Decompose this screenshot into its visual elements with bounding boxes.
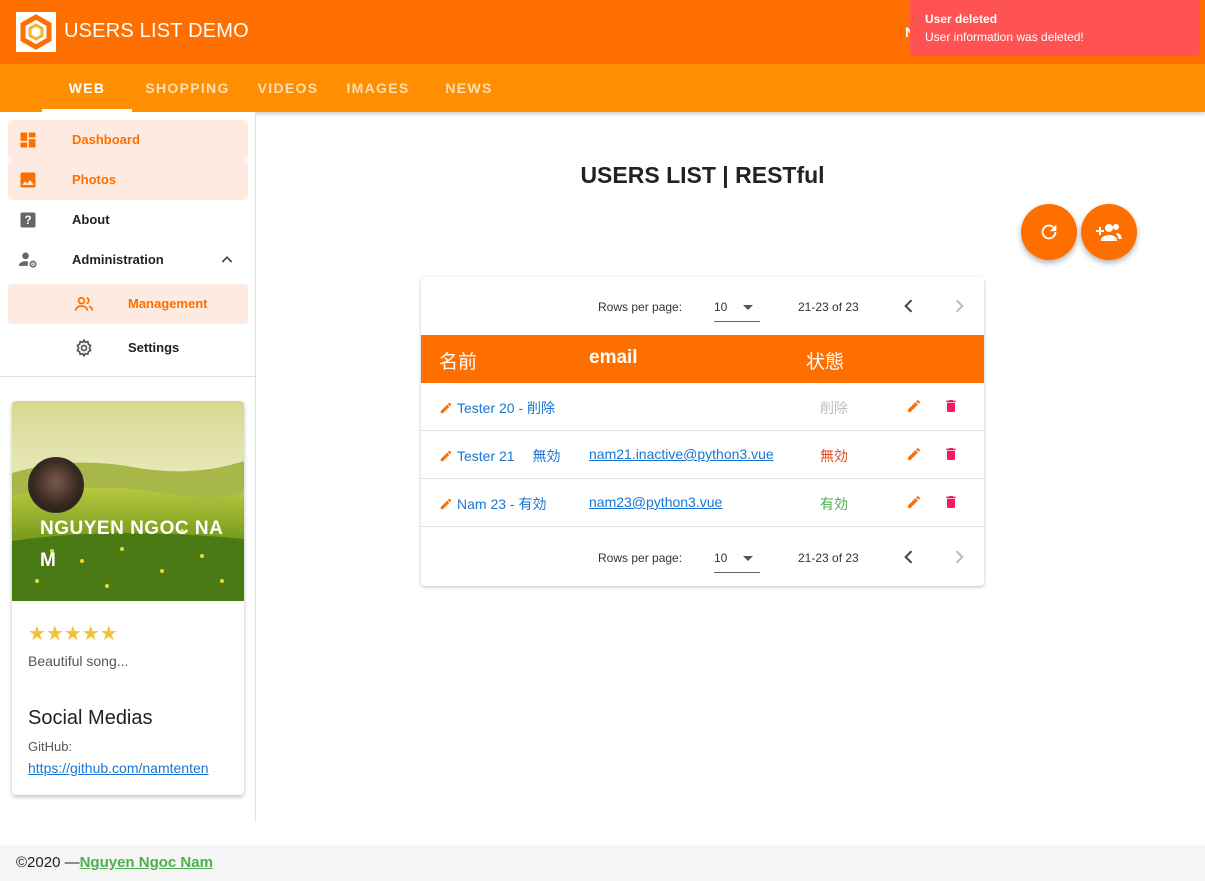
rows-per-page-select[interactable]: 10 bbox=[714, 544, 760, 573]
top-tabs: WEB SHOPPING VIDEOS IMAGES NEWS bbox=[0, 64, 1205, 112]
rows-per-page-label: Rows per page: bbox=[598, 300, 683, 314]
profile-name: NGUYEN NGOC NAM bbox=[40, 518, 224, 571]
people-icon bbox=[74, 296, 94, 311]
user-name: Nam 23 - 有効 bbox=[457, 496, 547, 512]
user-name-link[interactable]: Nam 23 - 有効 bbox=[439, 494, 546, 514]
sidebar-item-about[interactable]: ? About bbox=[8, 200, 248, 240]
sidebar-divider bbox=[0, 376, 255, 377]
refresh-button[interactable] bbox=[1021, 204, 1077, 260]
tab-videos[interactable]: VIDEOS bbox=[250, 64, 326, 112]
user-status: 無効 bbox=[820, 448, 848, 464]
header-status[interactable]: 状態 bbox=[806, 347, 844, 374]
avatar[interactable] bbox=[28, 457, 84, 513]
page-title: USERS LIST | RESTful bbox=[580, 162, 825, 188]
svg-text:?: ? bbox=[24, 214, 31, 227]
sidebar-item-label: Management bbox=[128, 296, 208, 311]
app-title: USERS LIST DEMO bbox=[64, 20, 249, 42]
users-table-card: Rows per page: 10 21-23 of 23 名前 email 状… bbox=[421, 277, 984, 586]
snackbar-title: User deleted bbox=[925, 12, 998, 26]
social-medias-title: Social Medias bbox=[28, 707, 153, 729]
group-add-icon bbox=[1096, 224, 1122, 241]
user-name-link[interactable]: Tester 20 - 削除 bbox=[439, 398, 555, 418]
github-label: GitHub: bbox=[28, 739, 73, 754]
profile-card: NGUYEN NGOC NAM ★★★★★ Beautiful song... … bbox=[12, 401, 244, 795]
table-row: Nam 23 - 有効 nam23@python3.vue 有効 bbox=[421, 479, 984, 527]
chevron-right-icon[interactable] bbox=[949, 296, 969, 316]
delete-icon[interactable] bbox=[943, 398, 959, 414]
refresh-icon bbox=[1041, 224, 1057, 240]
user-name: Tester 20 - 削除 bbox=[457, 400, 556, 416]
rows-per-page-label: Rows per page: bbox=[598, 551, 683, 565]
footer-text: ©2020 —Nguyen Ngoc Nam bbox=[16, 854, 213, 871]
app-logo[interactable] bbox=[16, 12, 56, 52]
rows-per-page-value: 10 bbox=[714, 551, 728, 565]
page-range: 21-23 of 23 bbox=[798, 551, 859, 565]
sidebar-item-management[interactable]: Management bbox=[8, 284, 248, 324]
footer-copyright: ©2020 — bbox=[16, 854, 80, 871]
top-pagination: Rows per page: 10 21-23 of 23 bbox=[421, 277, 984, 335]
edit-icon[interactable] bbox=[906, 446, 922, 462]
tab-shopping[interactable]: SHOPPING bbox=[140, 64, 235, 112]
user-email[interactable]: nam21.inactive@python3.vue bbox=[589, 446, 774, 462]
chevron-up-icon[interactable] bbox=[219, 252, 235, 268]
delete-icon[interactable] bbox=[943, 446, 959, 462]
header-name[interactable]: 名前 bbox=[439, 347, 477, 374]
table-row: Tester 21 無効 nam21.inactive@python3.vue … bbox=[421, 431, 984, 479]
chevron-left-icon[interactable] bbox=[899, 296, 919, 316]
dashboard-icon bbox=[20, 132, 36, 148]
tab-images[interactable]: IMAGES bbox=[340, 64, 416, 112]
sidebar-item-label: About bbox=[72, 212, 110, 227]
sidebar: Dashboard Photos ? About Administration … bbox=[0, 112, 256, 822]
tab-web[interactable]: WEB bbox=[42, 64, 132, 112]
rows-per-page-value: 10 bbox=[714, 300, 728, 314]
github-link[interactable]: https://github.com/namtenten bbox=[28, 760, 209, 776]
rows-per-page-select[interactable]: 10 bbox=[714, 293, 760, 322]
table-header: 名前 email 状態 bbox=[421, 335, 984, 383]
gear-icon bbox=[76, 338, 92, 358]
bottom-pagination: Rows per page: 10 21-23 of 23 bbox=[421, 528, 984, 586]
sidebar-item-photos[interactable]: Photos bbox=[8, 160, 248, 200]
sidebar-item-label: Administration bbox=[72, 252, 164, 267]
user-status: 有効 bbox=[820, 496, 848, 512]
user-email[interactable]: nam23@python3.vue bbox=[589, 494, 722, 510]
user-name: Tester 21 無効 bbox=[457, 448, 561, 464]
edit-icon[interactable] bbox=[906, 398, 922, 414]
rating-stars: ★★★★★ bbox=[28, 623, 118, 645]
delete-icon[interactable] bbox=[943, 494, 959, 510]
chevron-left-icon[interactable] bbox=[899, 547, 919, 567]
help-icon: ? bbox=[20, 212, 36, 228]
notification-snackbar[interactable]: User deleted User information was delete… bbox=[910, 0, 1200, 56]
user-status: 削除 bbox=[820, 400, 848, 416]
sidebar-item-label: Dashboard bbox=[72, 132, 140, 147]
caret-down-icon bbox=[743, 556, 753, 561]
sidebar-item-label: Settings bbox=[128, 340, 180, 355]
table-row: Tester 20 - 削除 削除 bbox=[421, 383, 984, 431]
edit-icon[interactable] bbox=[906, 494, 922, 510]
image-icon bbox=[20, 172, 36, 188]
page-range: 21-23 of 23 bbox=[798, 300, 859, 314]
sidebar-item-administration[interactable]: Administration bbox=[8, 240, 248, 280]
admin-settings-icon bbox=[18, 252, 37, 268]
profile-description: Beautiful song... bbox=[28, 653, 129, 669]
pencil-icon bbox=[440, 402, 452, 414]
add-user-button[interactable] bbox=[1081, 204, 1137, 260]
sidebar-item-dashboard[interactable]: Dashboard bbox=[8, 120, 248, 160]
footer-author-link[interactable]: Nguyen Ngoc Nam bbox=[80, 854, 213, 871]
sidebar-item-settings[interactable]: Settings bbox=[8, 328, 248, 368]
sidebar-item-label: Photos bbox=[72, 172, 117, 187]
snackbar-message: User information was deleted! bbox=[925, 30, 1084, 44]
pencil-icon bbox=[440, 450, 452, 462]
chevron-right-icon[interactable] bbox=[949, 547, 969, 567]
user-name-link[interactable]: Tester 21 無効 bbox=[439, 446, 560, 466]
footer: ©2020 —Nguyen Ngoc Nam bbox=[0, 845, 1205, 881]
pencil-icon bbox=[440, 498, 452, 510]
logo-icon bbox=[20, 14, 52, 50]
caret-down-icon bbox=[743, 305, 753, 310]
header-email[interactable]: email bbox=[589, 347, 638, 369]
tab-news[interactable]: NEWS bbox=[432, 64, 506, 112]
